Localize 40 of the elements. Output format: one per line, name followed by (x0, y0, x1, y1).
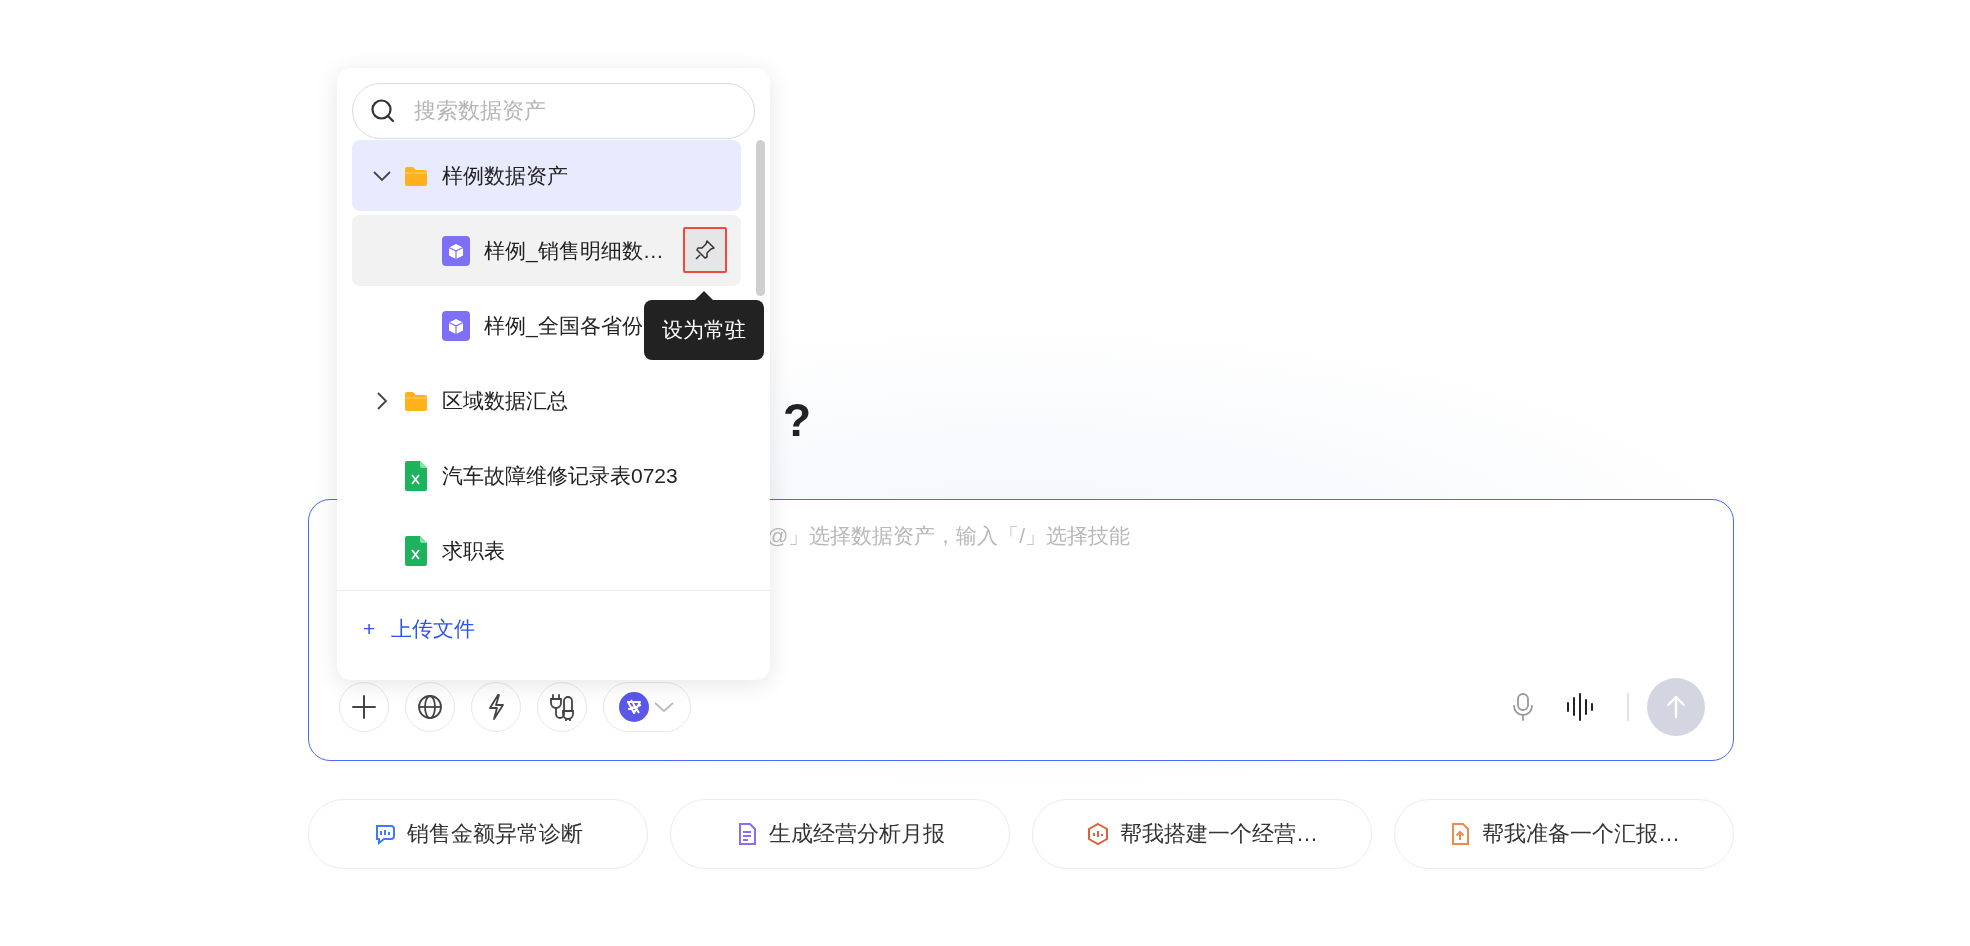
tree-item-label: 求职表 (442, 537, 505, 564)
pin-button[interactable] (683, 227, 727, 273)
model-logo (619, 692, 649, 722)
tree-item-label: 样例_销售明细数… (484, 237, 664, 265)
arrow-up-icon (1665, 695, 1687, 719)
tooltip: 设为常驻 (644, 300, 764, 360)
tree-item-label: 汽车故障维修记录表0723 (442, 462, 678, 489)
scrollbar[interactable] (756, 140, 765, 296)
plug-icon (549, 693, 575, 721)
pin-icon (694, 239, 716, 261)
globe-icon (417, 694, 443, 720)
suggestion-chip[interactable]: 销售金额异常诊断 (308, 799, 648, 869)
model-selector[interactable] (603, 682, 691, 732)
folder-icon (404, 389, 428, 412)
add-button[interactable] (339, 682, 389, 732)
tree-row[interactable]: 样例_销售明细数… (352, 215, 741, 286)
suggestion-chip[interactable]: 帮我准备一个汇报… (1394, 799, 1734, 869)
tree-row[interactable]: 样例数据资产 (352, 140, 741, 211)
plug-button[interactable] (537, 682, 587, 732)
chevron-down-icon (653, 700, 675, 714)
microphone-icon[interactable] (1511, 692, 1535, 722)
spreadsheet-icon (404, 535, 428, 566)
tree-item-label: 样例_全国各省份 (484, 312, 643, 340)
tree-item-label: 区域数据汇总 (442, 387, 568, 414)
tree-row[interactable]: 求职表 (352, 515, 741, 586)
cube-file-icon (442, 310, 470, 341)
search-input[interactable]: 搜索数据资产 (412, 97, 716, 125)
plus-icon (351, 694, 377, 720)
search-icon (370, 98, 396, 124)
tree-row[interactable]: 区域数据汇总 (352, 365, 741, 436)
suggestion-chip[interactable]: 帮我搭建一个经营… (1032, 799, 1372, 869)
cube-file-icon (442, 235, 470, 266)
heading-text: ? (783, 397, 812, 443)
suggestion-chip[interactable]: 生成经营分析月报 (670, 799, 1010, 869)
lightning-button[interactable] (471, 682, 521, 732)
tree-item-label: 样例数据资产 (442, 162, 568, 189)
globe-button[interactable] (405, 682, 455, 732)
upload-file-link[interactable]: + 上传文件 (363, 614, 476, 643)
spreadsheet-icon (404, 460, 428, 491)
folder-icon (404, 164, 428, 187)
